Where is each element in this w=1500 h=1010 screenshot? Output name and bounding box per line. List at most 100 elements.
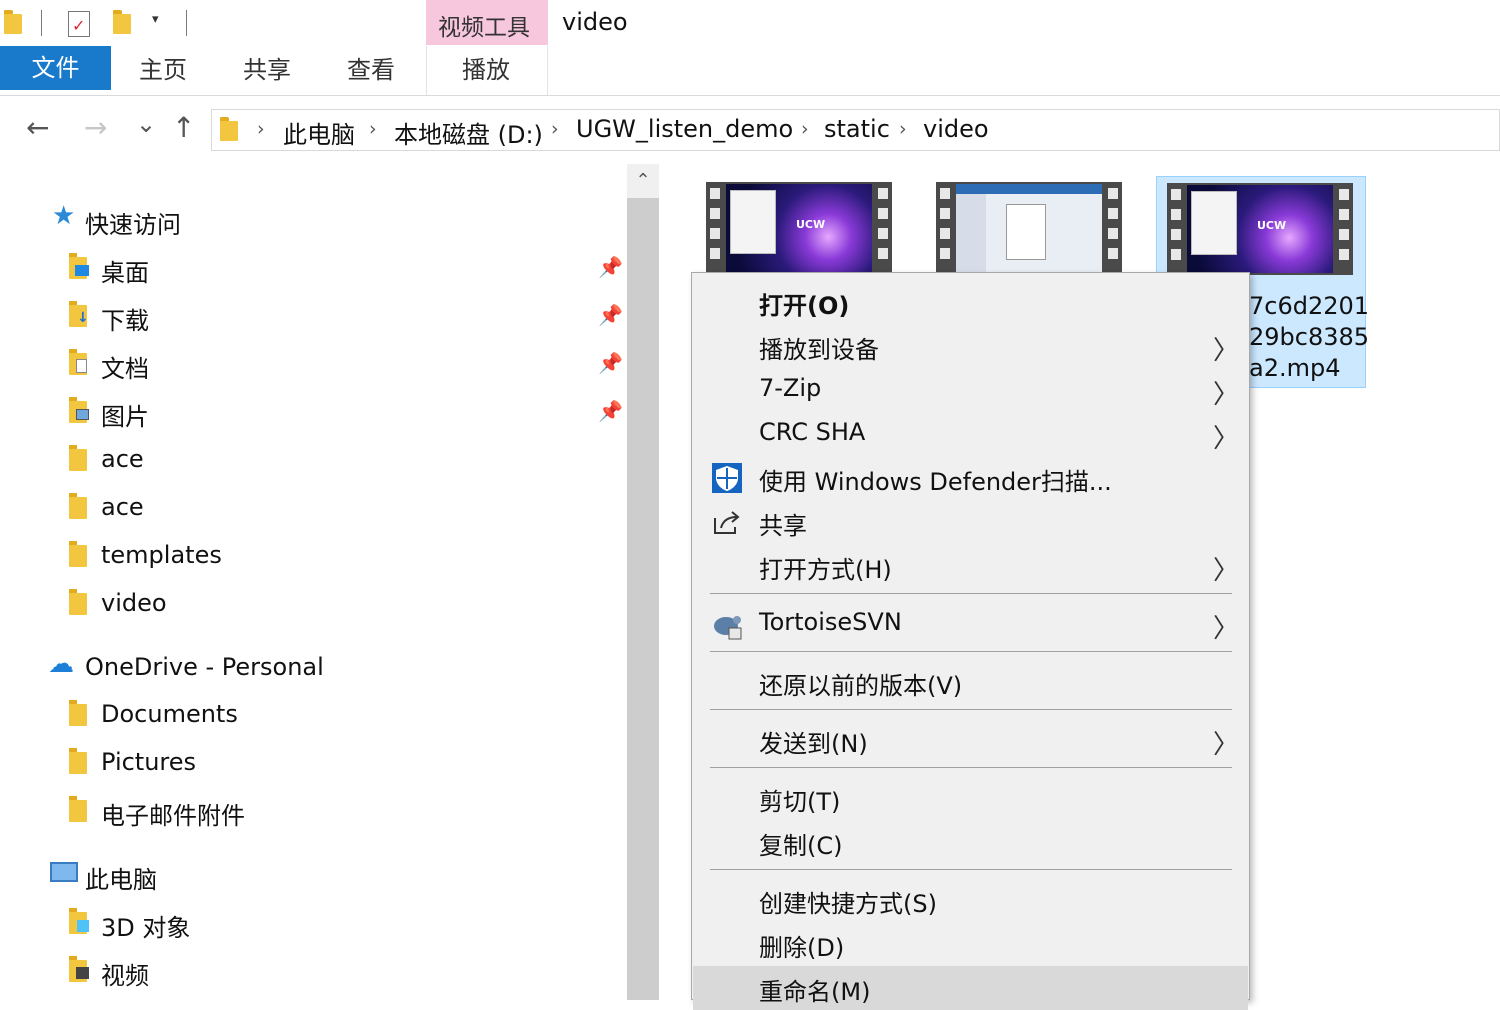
video-thumbnail: UCW <box>706 182 892 274</box>
folder-icon <box>69 541 89 567</box>
nav-label: 图片 <box>101 403 149 431</box>
toolbar-separator <box>186 10 187 36</box>
nav-item-desktop[interactable]: 桌面 📌 <box>69 249 623 289</box>
breadcrumb-separator[interactable]: › <box>369 118 377 140</box>
customize-toolbar-dropdown[interactable]: ▾ <box>152 12 159 27</box>
nav-label: 文档 <box>101 355 149 383</box>
tab-share[interactable]: 共享 <box>243 46 291 94</box>
menu-item-tortoisesvn[interactable]: TortoiseSVN 〉 <box>693 602 1248 646</box>
back-arrow-icon[interactable]: ← <box>26 114 49 142</box>
breadcrumb-video[interactable]: video <box>923 115 989 143</box>
nav-label: 桌面 <box>101 259 149 287</box>
video-tools-label: 视频工具 <box>438 15 530 41</box>
ribbon-tabs: 文件 主页 共享 查看 播放 <box>0 46 1500 96</box>
navigation-pane: ★ 快速访问 桌面 📌 ↓ 下载 📌 文档 📌 图片 📌 ace ace tem… <box>0 164 627 1000</box>
tab-view[interactable]: 查看 <box>347 46 395 94</box>
pin-icon[interactable]: 📌 <box>598 351 623 375</box>
folder-icon[interactable] <box>4 10 22 34</box>
breadcrumb-separator[interactable]: › <box>257 118 265 140</box>
nav-item-folder[interactable]: ace <box>69 441 369 481</box>
share-icon <box>711 506 743 538</box>
file-name-line: 7c6d2201 <box>1249 292 1370 320</box>
menu-item-open-with[interactable]: 打开方式(H) 〉 <box>693 544 1248 588</box>
submenu-arrow-icon: 〉 <box>1213 336 1240 366</box>
nav-item-folder[interactable]: Pictures <box>69 744 369 784</box>
nav-item-downloads[interactable]: ↓ 下载 📌 <box>69 297 623 337</box>
breadcrumb-separator[interactable]: › <box>551 118 559 140</box>
nav-item-folder[interactable]: video <box>69 585 369 625</box>
folder-icon <box>69 748 89 774</box>
address-bar[interactable]: › 此电脑 › 本地磁盘 (D:) › UGW_listen_demo › st… <box>211 109 1500 151</box>
nav-label: video <box>101 589 167 617</box>
menu-item-rename[interactable]: 重命名(M) <box>693 966 1248 1010</box>
folder-icon <box>69 493 89 519</box>
submenu-arrow-icon: 〉 <box>1213 380 1240 410</box>
thumbnail-logo: UCW <box>796 218 826 231</box>
nav-item-videos[interactable]: 视频 <box>69 952 369 992</box>
scrollbar-thumb[interactable] <box>627 198 659 1000</box>
menu-label: 删除(D) <box>759 934 845 962</box>
folder-icon <box>69 445 89 471</box>
nav-pane-scrollbar[interactable]: ⌃ <box>627 164 659 1000</box>
video-thumbnail <box>936 182 1122 274</box>
menu-separator <box>710 651 1232 652</box>
nav-this-pc[interactable]: 此电脑 <box>48 856 348 896</box>
nav-label: Pictures <box>101 748 197 776</box>
tab-home[interactable]: 主页 <box>139 46 187 94</box>
menu-label: 7-Zip <box>759 374 822 402</box>
menu-item-delete[interactable]: 删除(D) <box>693 922 1248 966</box>
menu-item-crc-sha[interactable]: CRC SHA 〉 <box>693 412 1248 456</box>
menu-item-copy[interactable]: 复制(C) <box>693 820 1248 864</box>
defender-shield-icon <box>711 462 743 494</box>
file-name-line: 29bc8385 <box>1249 323 1370 351</box>
nav-label: ace <box>101 445 144 473</box>
context-menu: 打开(O) 播放到设备〉 7-Zip 〉 CRC SHA 〉 使用 Windows … <box>691 272 1250 1010</box>
pin-icon[interactable]: 📌 <box>598 255 623 279</box>
folder-icon <box>69 700 89 726</box>
menu-item-defender-scan[interactable]: 使用 Windows Defender扫描... <box>693 456 1248 500</box>
nav-item-3d-objects[interactable]: 3D 对象 <box>69 904 369 944</box>
menu-item-cut[interactable]: 剪切(T) <box>693 776 1248 820</box>
tab-file[interactable]: 文件 <box>0 46 111 90</box>
nav-label: 电子邮件附件 <box>101 802 245 830</box>
title-bar: ✓ ▾ 视频工具 video <box>0 0 1500 46</box>
menu-item-send-to[interactable]: 发送到(N) 〉 <box>693 718 1248 762</box>
menu-item-share[interactable]: 共享 <box>693 500 1248 544</box>
pin-icon[interactable]: 📌 <box>598 303 623 327</box>
up-arrow-icon[interactable]: ↑ <box>172 114 195 142</box>
breadcrumb-separator[interactable]: › <box>801 118 809 140</box>
recent-locations-chevron-icon[interactable]: ⌄ <box>136 110 156 138</box>
menu-item-open[interactable]: 打开(O) <box>693 280 1248 324</box>
nav-item-pictures[interactable]: 图片 📌 <box>69 393 623 433</box>
nav-item-folder[interactable]: 电子邮件附件 <box>69 792 369 832</box>
properties-icon[interactable]: ✓ <box>68 11 90 37</box>
video-tools-tab-group: 视频工具 <box>426 0 548 45</box>
breadcrumb-local-disk[interactable]: 本地磁盘 (D:) <box>394 115 543 150</box>
menu-item-cast-to-device[interactable]: 播放到设备 〉 <box>693 324 1248 368</box>
nav-label: Documents <box>101 700 238 728</box>
submenu-arrow-icon: 〉 <box>1213 424 1240 454</box>
menu-label: TortoiseSVN <box>759 608 902 636</box>
forward-arrow-icon[interactable]: → <box>84 114 107 142</box>
nav-item-documents[interactable]: 文档 📌 <box>69 345 623 385</box>
nav-label: 视频 <box>101 962 149 990</box>
breadcrumb-separator[interactable]: › <box>899 118 907 140</box>
tab-play[interactable]: 播放 <box>462 46 510 94</box>
menu-item-7zip[interactable]: 7-Zip 〉 <box>693 368 1248 412</box>
cloud-icon: ☁ <box>48 649 74 679</box>
new-folder-icon[interactable] <box>113 10 131 34</box>
nav-item-folder[interactable]: Documents <box>69 696 369 736</box>
breadcrumb-project[interactable]: UGW_listen_demo <box>576 115 793 143</box>
breadcrumb-static[interactable]: static <box>824 115 890 143</box>
nav-quick-access[interactable]: ★ 快速访问 <box>52 201 352 241</box>
scroll-up-chevron-icon[interactable]: ⌃ <box>627 164 659 198</box>
nav-item-folder[interactable]: ace <box>69 489 369 529</box>
menu-item-create-shortcut[interactable]: 创建快捷方式(S) <box>693 878 1248 922</box>
menu-separator <box>710 869 1232 870</box>
menu-item-restore-versions[interactable]: 还原以前的版本(V) <box>693 660 1248 704</box>
nav-item-folder[interactable]: templates <box>69 537 369 577</box>
breadcrumb-this-pc[interactable]: 此电脑 <box>283 115 355 150</box>
pin-icon[interactable]: 📌 <box>598 399 623 423</box>
menu-label: 打开(O) <box>759 292 850 320</box>
nav-onedrive[interactable]: ☁ OneDrive - Personal <box>48 649 448 689</box>
